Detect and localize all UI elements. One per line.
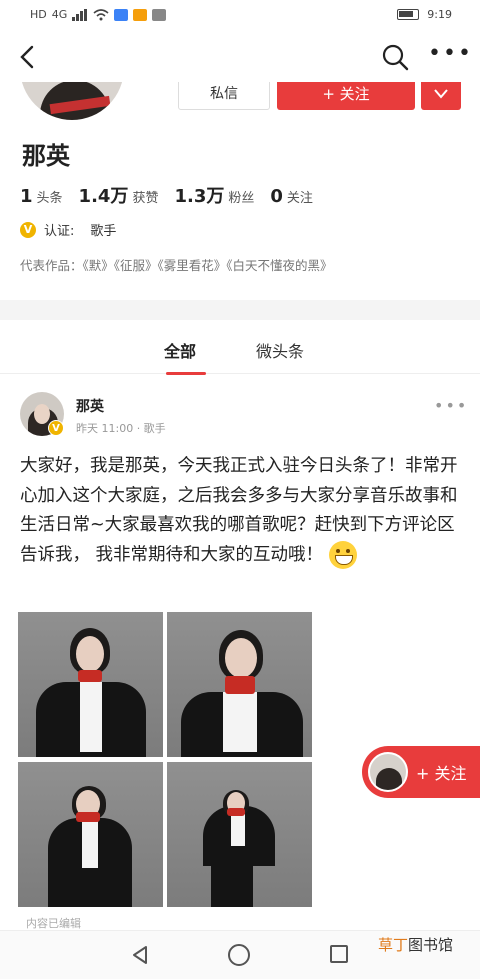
- watermark-rest: 图书馆: [408, 936, 454, 954]
- app-notification-icon: [152, 8, 167, 21]
- post-more-icon[interactable]: •••: [434, 396, 468, 415]
- watermark-highlight: 草丁: [378, 936, 409, 954]
- wifi-icon: [93, 8, 109, 20]
- stat-posts[interactable]: 1 头条: [20, 186, 63, 207]
- tab-micro-posts[interactable]: 微头条: [256, 338, 304, 362]
- carrier-label: HD: [30, 8, 47, 21]
- network-type: 4G: [51, 8, 68, 21]
- nav-back-icon[interactable]: [130, 945, 150, 965]
- watermark: 草丁图书馆: [378, 934, 453, 955]
- post-photo-4[interactable]: [167, 762, 312, 907]
- clock: 9:19: [427, 8, 452, 21]
- search-icon[interactable]: [380, 42, 410, 72]
- nav-recent-icon[interactable]: [330, 945, 348, 963]
- tab-all[interactable]: 全部: [164, 338, 196, 362]
- private-message-button[interactable]: 私信: [178, 78, 270, 110]
- stat-following[interactable]: 0 关注: [270, 186, 313, 207]
- chevron-down-icon: [434, 89, 448, 99]
- grinning-emoji-icon: [329, 540, 358, 569]
- status-indicators: HD 4G: [30, 8, 167, 21]
- representative-works: 代表作品：《默》《征服》《雾里看花》《白天不懂夜的黑》: [20, 258, 333, 273]
- verified-badge-icon: V: [48, 420, 64, 436]
- app-notification-icon: [114, 8, 129, 21]
- section-divider: [0, 300, 480, 320]
- follow-button[interactable]: + 关注: [277, 78, 415, 110]
- floating-follow-label: + 关注: [416, 764, 467, 783]
- recommend-dropdown-button[interactable]: [421, 78, 461, 110]
- post-photo-3[interactable]: [18, 762, 163, 907]
- post-text: 大家好，我是那英，今天我正式入驻今日头条了！非常开心加入这个大家庭，之后我会多多…: [20, 456, 458, 565]
- verification-label: 认证:: [44, 224, 75, 239]
- floating-follow-button[interactable]: + 关注: [362, 746, 480, 798]
- verified-badge-icon: V: [20, 221, 36, 238]
- stat-followers[interactable]: 1.3万 粉丝: [174, 182, 254, 208]
- active-tab-indicator: [166, 372, 206, 375]
- post-photo-2[interactable]: [167, 612, 312, 757]
- floating-follow-avatar: [368, 752, 408, 792]
- stat-likes: 1.4万 获赞: [78, 186, 159, 207]
- post-meta: 昨天 11:00 · 歌手: [76, 422, 166, 435]
- profile-stats: 1 头条 1.4万 获赞 1.3万 粉丝 0 关注: [20, 182, 329, 208]
- post-body[interactable]: 大家好，我是那英，今天我正式入驻今日头条了！非常开心加入这个大家庭，之后我会多多…: [20, 452, 458, 570]
- nav-home-icon[interactable]: [228, 944, 250, 966]
- app-notification-icon: [133, 8, 148, 21]
- battery-icon: [397, 9, 420, 20]
- back-arrow-icon[interactable]: [14, 42, 42, 72]
- verification-value: 歌手: [90, 224, 117, 239]
- more-icon[interactable]: •••: [428, 43, 471, 70]
- edited-note: 内容已编辑: [26, 917, 81, 930]
- status-right: 9:19: [397, 8, 452, 21]
- top-navigation-bar: •••: [0, 32, 480, 82]
- profile-name: 那英: [22, 142, 70, 170]
- content-tabs: 全部 微头条: [0, 322, 480, 375]
- post-author-name[interactable]: 那英: [76, 396, 104, 416]
- verification-row: V 认证: 歌手: [20, 220, 116, 239]
- signal-icon: [72, 8, 88, 21]
- post-photo-1[interactable]: [18, 612, 163, 757]
- status-bar: HD 4G 9:19: [0, 0, 480, 32]
